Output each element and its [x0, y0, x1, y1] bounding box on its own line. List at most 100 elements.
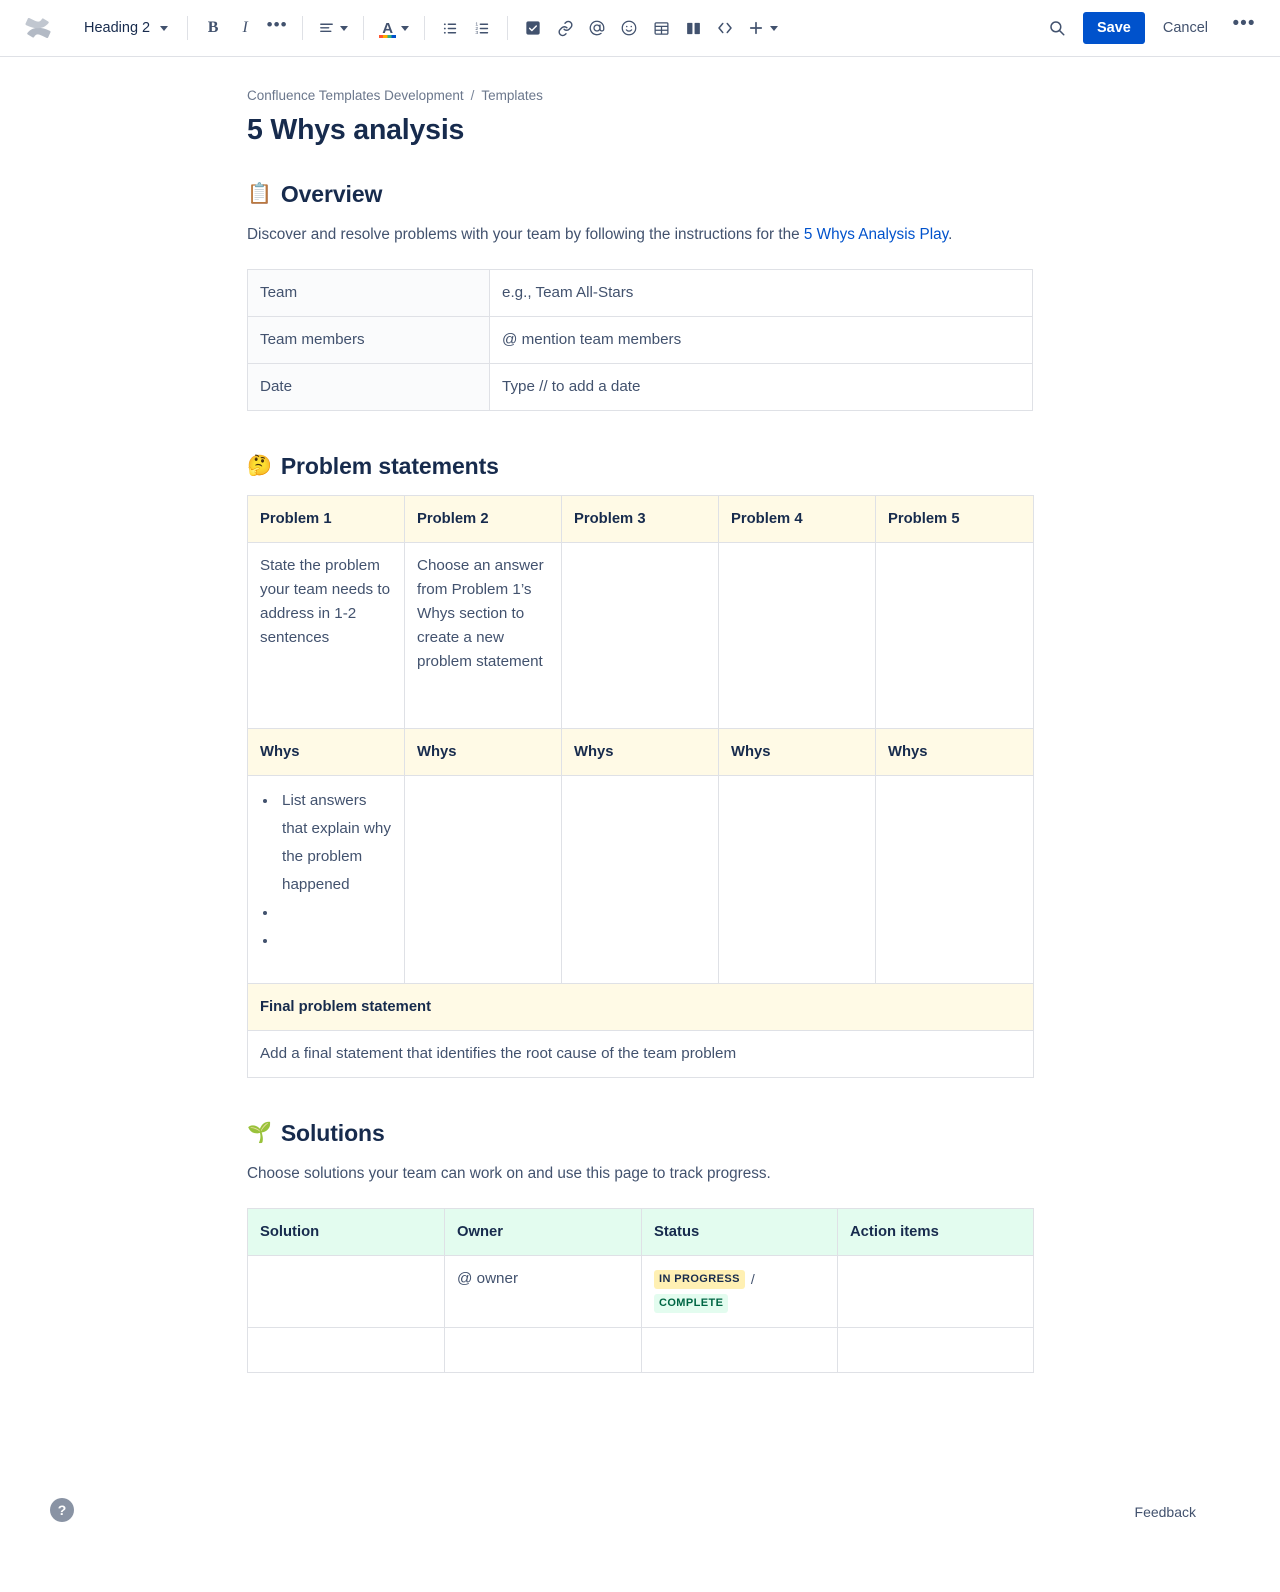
final-problem-statement-value[interactable]: Add a final statement that identifies th…: [248, 1031, 1034, 1078]
solutions-cell-solution-2[interactable]: [248, 1328, 445, 1373]
editor-page-body: Confluence Templates Development / Templat…: [0, 57, 1280, 1592]
whys-cell-1[interactable]: List answers that explain why the proble…: [248, 776, 405, 984]
bold-icon: B: [208, 19, 219, 37]
cancel-button[interactable]: Cancel: [1151, 12, 1220, 44]
table-row[interactable]: @ owner IN PROGRESS/COMPLETE: [248, 1256, 1034, 1328]
page-layout-button[interactable]: [677, 12, 709, 44]
solutions-cell-owner-2[interactable]: [445, 1328, 642, 1373]
table-row[interactable]: [248, 1328, 1034, 1373]
list-item[interactable]: [278, 899, 392, 927]
solutions-cell-status-1[interactable]: IN PROGRESS/COMPLETE: [642, 1256, 838, 1328]
five-whys-play-link[interactable]: 5 Whys Analysis Play: [804, 226, 948, 243]
page-title[interactable]: 5 Whys analysis: [247, 113, 1033, 147]
table-row-whys-headers[interactable]: Whys Whys Whys Whys Whys: [248, 729, 1034, 776]
toolbar-divider: [302, 16, 303, 40]
solutions-cell-status-2[interactable]: [642, 1328, 838, 1373]
more-formatting-button[interactable]: •••: [261, 12, 293, 44]
solutions-header-status: Status: [642, 1209, 838, 1256]
confluence-logo[interactable]: [18, 8, 58, 48]
emoji-button[interactable]: [613, 12, 645, 44]
problem-header-5: Problem 5: [876, 496, 1034, 543]
whys-cell-4[interactable]: [719, 776, 876, 984]
table-row-final-label[interactable]: Final problem statement: [248, 984, 1034, 1031]
table-row-problem-cells[interactable]: State the problem your team needs to add…: [248, 543, 1034, 729]
whys-cell-2[interactable]: [405, 776, 562, 984]
solutions-header-solution: Solution: [248, 1209, 445, 1256]
solutions-cell-solution-1[interactable]: [248, 1256, 445, 1328]
table-row-solutions-headers[interactable]: Solution Owner Status Action items: [248, 1209, 1034, 1256]
list-item[interactable]: List answers that explain why the proble…: [278, 787, 392, 899]
breadcrumb-parent-link[interactable]: Templates: [481, 88, 543, 103]
seedling-emoji-icon: 🌱: [247, 1123, 272, 1143]
numbered-list-icon: 123: [474, 20, 491, 37]
table-row-problem-headers[interactable]: Problem 1 Problem 2 Problem 3 Problem 4 …: [248, 496, 1034, 543]
overview-label-team-members: Team members: [248, 317, 490, 364]
overview-value-date[interactable]: Type // to add a date: [490, 364, 1033, 411]
text-style-selector[interactable]: Heading 2: [72, 12, 178, 44]
whys-cell-5[interactable]: [876, 776, 1034, 984]
link-button[interactable]: [549, 12, 581, 44]
problem-cell-5[interactable]: [876, 543, 1034, 729]
problem-cell-4[interactable]: [719, 543, 876, 729]
overview-value-team[interactable]: e.g., Team All-Stars: [490, 270, 1033, 317]
table-row-final-value[interactable]: Add a final statement that identifies th…: [248, 1031, 1034, 1078]
chevron-down-icon: [401, 26, 409, 31]
problem-cell-1[interactable]: State the problem your team needs to add…: [248, 543, 405, 729]
overview-intro-paragraph: Discover and resolve problems with your …: [247, 223, 1033, 247]
text-alignment-button[interactable]: [312, 12, 354, 44]
insert-table-button[interactable]: [645, 12, 677, 44]
help-button[interactable]: ?: [50, 1498, 74, 1522]
overview-label-team: Team: [248, 270, 490, 317]
table-row[interactable]: Team e.g., Team All-Stars: [248, 270, 1033, 317]
ellipsis-icon: •••: [1233, 19, 1256, 29]
text-align-icon: [318, 20, 335, 37]
search-button[interactable]: [1041, 12, 1073, 44]
solutions-cell-action-items-1[interactable]: [838, 1256, 1034, 1328]
whys-header-3: Whys: [562, 729, 719, 776]
chevron-down-icon: [770, 26, 778, 31]
problem-header-1: Problem 1: [248, 496, 405, 543]
bold-button[interactable]: B: [197, 12, 229, 44]
toolbar-divider: [424, 16, 425, 40]
save-button[interactable]: Save: [1083, 12, 1145, 44]
status-badge-in-progress[interactable]: IN PROGRESS: [654, 1270, 745, 1289]
clipboard-emoji-icon: 📋: [247, 184, 272, 204]
problem-cell-2[interactable]: Choose an answer from Problem 1’s Whys s…: [405, 543, 562, 729]
overview-label-date: Date: [248, 364, 490, 411]
problem-header-2: Problem 2: [405, 496, 562, 543]
mention-button[interactable]: [581, 12, 613, 44]
overview-value-team-members[interactable]: @ mention team members: [490, 317, 1033, 364]
list-item[interactable]: [278, 927, 392, 955]
editor-overflow-menu-button[interactable]: •••: [1228, 12, 1260, 44]
solutions-table[interactable]: Solution Owner Status Action items @ own…: [247, 1208, 1034, 1373]
table-row[interactable]: Date Type // to add a date: [248, 364, 1033, 411]
problem-statements-table[interactable]: Problem 1 Problem 2 Problem 3 Problem 4 …: [247, 495, 1034, 1078]
final-problem-statement-label: Final problem statement: [248, 984, 1034, 1031]
breadcrumb-space-link[interactable]: Confluence Templates Development: [247, 88, 464, 103]
task-list-button[interactable]: [517, 12, 549, 44]
insert-more-button[interactable]: [741, 12, 784, 44]
table-row[interactable]: Team members @ mention team members: [248, 317, 1033, 364]
bullet-list-button[interactable]: [434, 12, 466, 44]
code-snippet-button[interactable]: [709, 12, 741, 44]
breadcrumb-separator: /: [471, 88, 475, 103]
toolbar-divider: [507, 16, 508, 40]
whys-bullet-list[interactable]: List answers that explain why the proble…: [260, 787, 392, 955]
toolbar-divider: [363, 16, 364, 40]
overview-intro-before: Discover and resolve problems with your …: [247, 226, 804, 243]
section-heading-problem-statements: 🤔 Problem statements: [247, 451, 1033, 481]
solutions-cell-action-items-2[interactable]: [838, 1328, 1034, 1373]
status-badge-complete[interactable]: COMPLETE: [654, 1294, 728, 1313]
italic-icon: I: [242, 19, 247, 37]
feedback-link[interactable]: Feedback: [1135, 1504, 1196, 1520]
italic-button[interactable]: I: [229, 12, 261, 44]
text-color-button[interactable]: A: [373, 12, 415, 44]
problem-statements-heading-text: Problem statements: [281, 451, 499, 481]
problem-cell-3[interactable]: [562, 543, 719, 729]
overview-table[interactable]: Team e.g., Team All-Stars Team members @…: [247, 269, 1033, 411]
numbered-list-button[interactable]: 123: [466, 12, 498, 44]
whys-cell-3[interactable]: [562, 776, 719, 984]
mention-at-icon: [588, 19, 606, 37]
table-row-whys-cells[interactable]: List answers that explain why the proble…: [248, 776, 1034, 984]
solutions-cell-owner-1[interactable]: @ owner: [445, 1256, 642, 1328]
